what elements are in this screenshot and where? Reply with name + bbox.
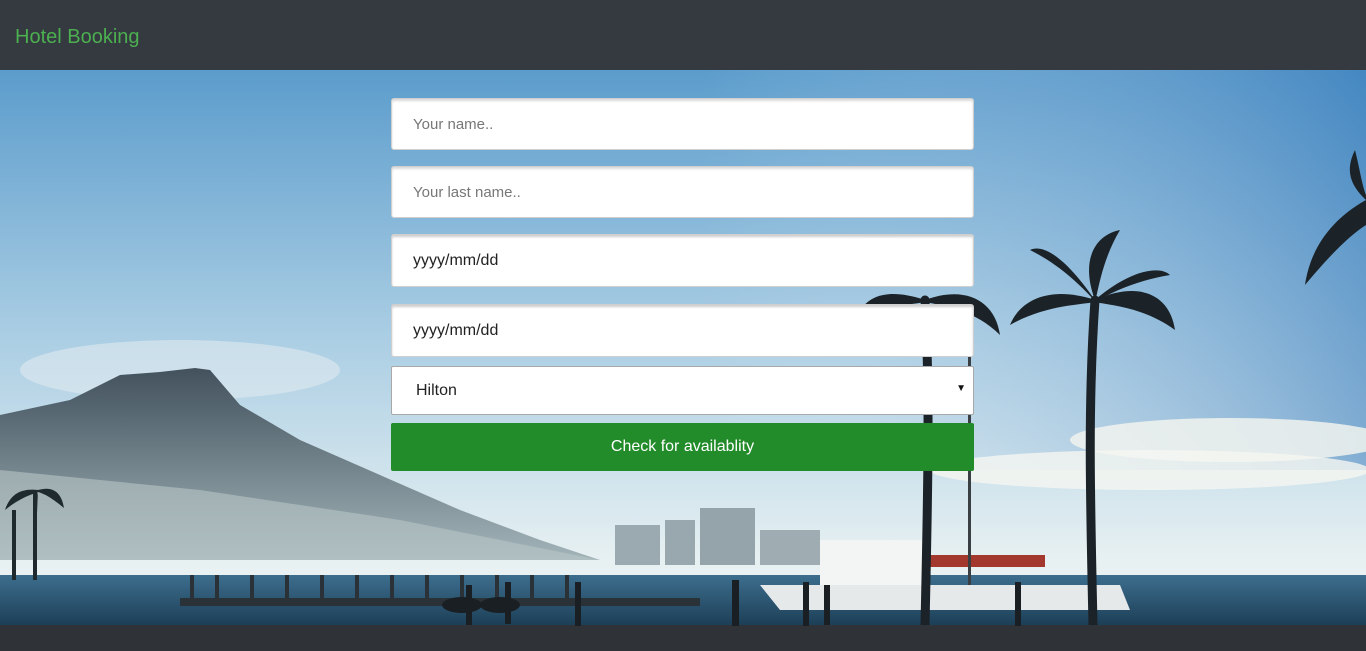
- check-out-date-input[interactable]: yyyy/mm/dd: [391, 304, 974, 357]
- hotel-select[interactable]: Hilton ▼: [391, 366, 974, 415]
- check-in-date-input[interactable]: yyyy/mm/dd: [391, 234, 974, 287]
- check-availability-button[interactable]: Check for availablity: [391, 423, 974, 471]
- navbar: Hotel Booking: [0, 0, 1366, 70]
- hotel-select-value: Hilton: [416, 382, 457, 399]
- check-in-date-format: yyyy/mm/dd: [413, 252, 499, 269]
- last-name-input[interactable]: [391, 166, 974, 218]
- check-out-date-format: yyyy/mm/dd: [413, 322, 499, 339]
- beach-scene-image: [0, 70, 1366, 651]
- hero-background: [0, 70, 1366, 651]
- first-name-input[interactable]: [391, 98, 974, 150]
- brand-link[interactable]: Hotel Booking: [15, 24, 140, 50]
- dropdown-arrow-icon: ▼: [956, 383, 966, 394]
